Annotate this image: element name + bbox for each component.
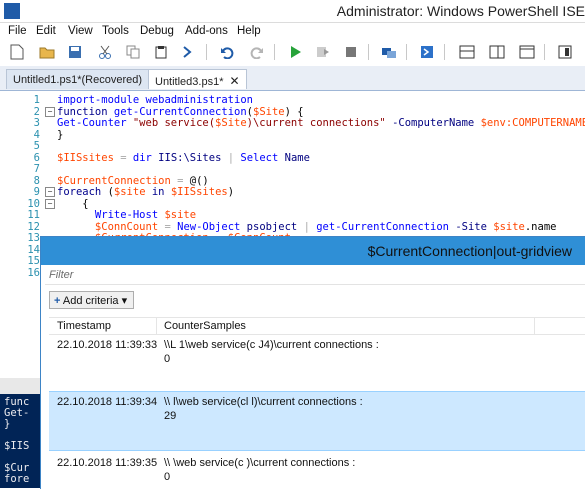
- title-bar: Administrator: Windows PowerShell ISE: [0, 0, 585, 23]
- line-number: 11: [27, 209, 40, 221]
- menu-help[interactable]: Help: [237, 25, 261, 37]
- line-number: 2: [33, 105, 40, 118]
- layout-right-icon[interactable]: [488, 43, 506, 61]
- fold-toggle-icon[interactable]: −: [45, 106, 55, 117]
- console-pane-icon[interactable]: [180, 43, 198, 61]
- gridview-title-bar[interactable]: $CurrentConnection|out-gridview: [41, 237, 585, 265]
- window-title: Administrator: Windows PowerShell ISE: [336, 3, 585, 19]
- stop-icon[interactable]: [342, 43, 360, 61]
- menu-debug[interactable]: Debug: [140, 25, 174, 37]
- add-criteria-label: Add criteria: [62, 295, 119, 307]
- filter-input[interactable]: Filter: [49, 269, 73, 281]
- line-number: 4: [33, 128, 40, 141]
- gridview-title: $CurrentConnection|out-gridview: [367, 243, 572, 259]
- row-sample: \\L 1\web service(c J4)\current connecti…: [164, 339, 379, 351]
- cut-icon[interactable]: [96, 43, 114, 61]
- line-number: 14: [27, 243, 40, 256]
- table-row-selected[interactable]: 22.10.2018 11:39:34 \\ l\web service(cl …: [49, 391, 585, 451]
- row-sample: \\ l\web service(cl l)\current connectio…: [164, 396, 363, 408]
- open-folder-icon[interactable]: [38, 43, 56, 61]
- line-number: 9: [33, 186, 40, 198]
- paste-icon[interactable]: [152, 43, 170, 61]
- line-number: 5: [33, 140, 40, 152]
- filter-divider: [45, 284, 585, 285]
- dropdown-arrow-icon: ▾: [121, 295, 128, 307]
- fold-toggle-icon[interactable]: −: [45, 187, 55, 197]
- line-number: 16: [27, 266, 40, 279]
- console-line: }: [4, 418, 11, 430]
- save-icon[interactable]: [66, 43, 84, 61]
- line-number: 1: [33, 94, 40, 106]
- new-file-icon[interactable]: [8, 43, 26, 61]
- script-tabs: Untitled1.ps1*(Recovered) Untitled3.ps1*…: [0, 66, 585, 91]
- code-line: Get-Counter "web service($Site)\current …: [57, 117, 585, 129]
- row-sample: \\ \web service(c )\current connections …: [164, 457, 356, 469]
- powershell-console-icon[interactable]: [418, 43, 436, 61]
- menu-tools[interactable]: Tools: [102, 25, 129, 37]
- grid-header: Timestamp CounterSamples: [49, 317, 585, 335]
- console-line: fore: [4, 473, 30, 485]
- console-pane[interactable]: func Get-} $IIS $Cur fore: [0, 394, 40, 488]
- column-timestamp[interactable]: Timestamp: [57, 320, 111, 332]
- menu-file[interactable]: File: [8, 25, 27, 37]
- line-number: 12: [27, 220, 40, 233]
- tab-label: Untitled3.ps1*: [155, 76, 224, 88]
- row-value: 0: [164, 353, 171, 365]
- row-value: 0: [164, 471, 171, 483]
- line-number: 15: [27, 255, 40, 267]
- line-number: 6: [33, 151, 40, 164]
- fold-toggle-icon[interactable]: −: [45, 198, 55, 209]
- table-row[interactable]: 22.10.2018 11:39:35 \\ \web service(c )\…: [49, 453, 585, 489]
- powershell-icon: [4, 3, 20, 19]
- code-line: Write-Host $site: [57, 209, 197, 221]
- code-line: }: [57, 128, 64, 141]
- code-line: $ConnCount = New-Object psobject | get-C…: [57, 220, 557, 233]
- plus-icon: +: [54, 295, 61, 307]
- layout-max-icon[interactable]: [518, 43, 536, 61]
- column-countersamples[interactable]: CounterSamples: [164, 320, 246, 332]
- toolbar: [0, 41, 585, 63]
- gridview-window: $CurrentConnection|out-gridview Filter +…: [40, 236, 585, 489]
- code-line: import-module webadministration: [57, 94, 253, 106]
- menu-edit[interactable]: Edit: [36, 25, 56, 37]
- line-number: 3: [33, 117, 40, 129]
- show-commands-icon[interactable]: [556, 43, 574, 61]
- code-line: $IISsites = dir IIS:\Sites | Select Name: [57, 151, 310, 164]
- code-line: $CurrentConnection = @(): [57, 174, 209, 187]
- table-row[interactable]: 22.10.2018 11:39:33 \\L 1\web service(c …: [49, 335, 585, 389]
- console-splitter[interactable]: [0, 378, 40, 394]
- run-selection-icon[interactable]: [314, 43, 332, 61]
- console-line: $IIS: [4, 440, 30, 452]
- layout-top-icon[interactable]: [458, 43, 476, 61]
- row-value: 29: [164, 410, 177, 422]
- line-number: 8: [33, 174, 40, 187]
- redo-icon[interactable]: [248, 43, 266, 61]
- menu-bar: File Edit View Tools Debug Add-ons Help: [0, 23, 585, 41]
- row-timestamp: 22.10.2018 11:39:34: [57, 396, 158, 408]
- remote-powershell-icon[interactable]: [380, 43, 398, 61]
- run-script-icon[interactable]: [286, 43, 304, 61]
- tab-untitled1[interactable]: Untitled1.ps1*(Recovered): [6, 69, 150, 89]
- row-timestamp: 22.10.2018 11:39:33: [57, 339, 158, 351]
- row-timestamp: 22.10.2018 11:39:35: [57, 457, 158, 469]
- undo-icon[interactable]: [218, 43, 236, 61]
- line-number: 13: [27, 232, 40, 244]
- line-number: 10: [27, 197, 40, 210]
- tab-untitled3[interactable]: Untitled3.ps1* ✕: [148, 69, 247, 89]
- close-tab-icon[interactable]: ✕: [230, 74, 240, 88]
- code-line: {: [57, 197, 89, 210]
- code-line: foreach ($site in $IISsites): [57, 186, 235, 198]
- menu-view[interactable]: View: [68, 25, 93, 37]
- menu-addons[interactable]: Add-ons: [185, 25, 228, 37]
- line-number: 7: [33, 163, 40, 175]
- tab-label: Untitled1.ps1*(Recovered): [13, 74, 143, 86]
- add-criteria-button[interactable]: + Add criteria ▾: [49, 291, 135, 309]
- copy-icon[interactable]: [124, 43, 142, 61]
- code-line: function get-CurrentConnection($Site) {: [57, 105, 304, 118]
